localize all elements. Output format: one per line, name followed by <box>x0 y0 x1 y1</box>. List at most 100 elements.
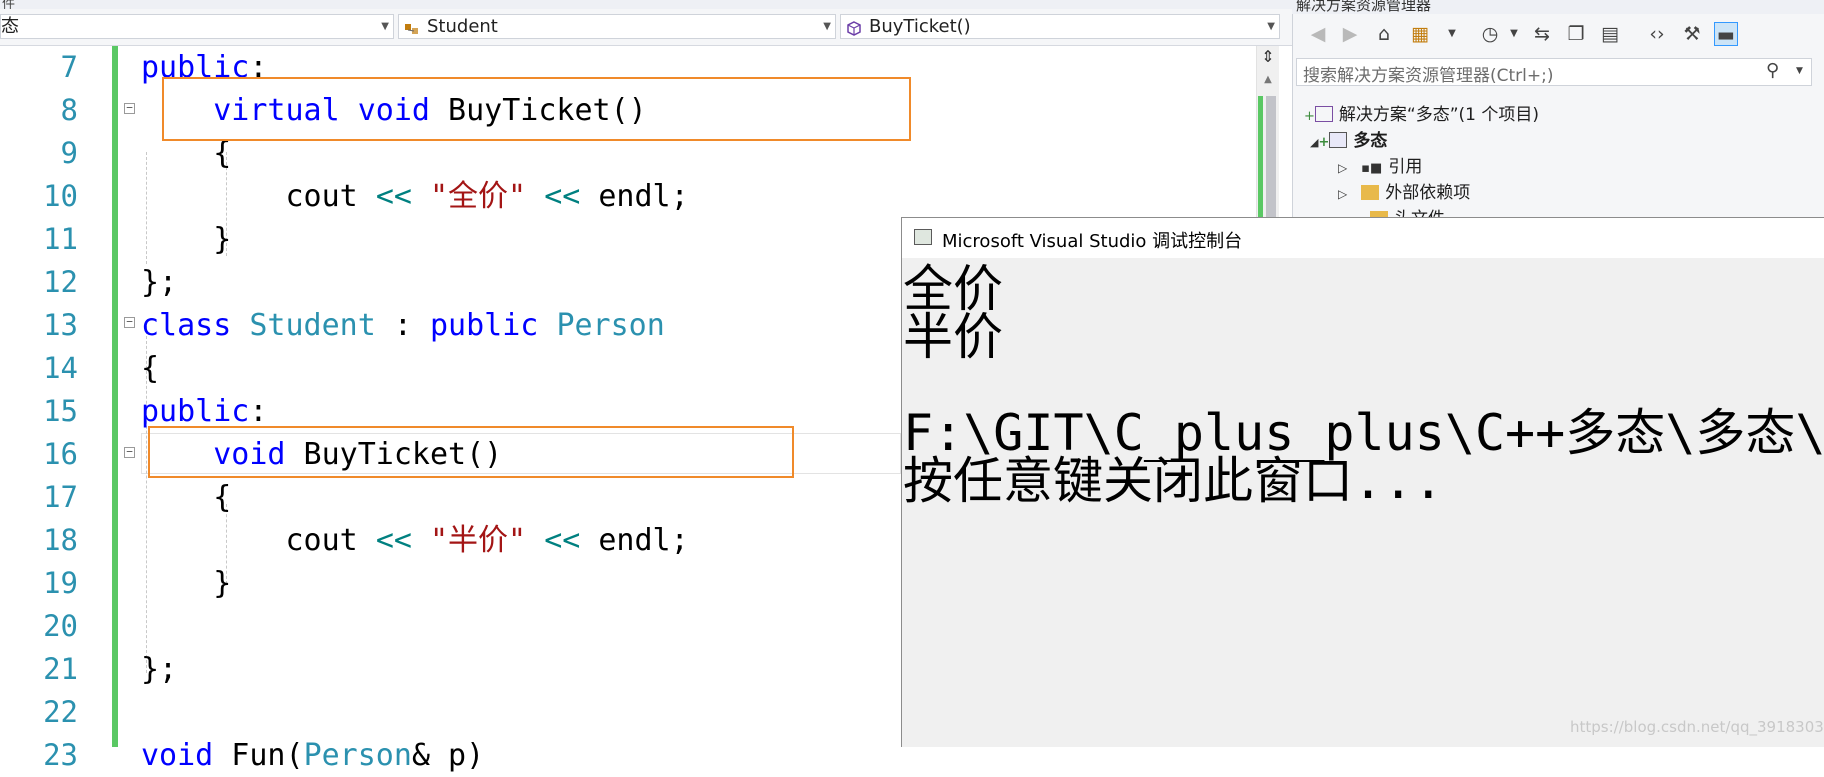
keyword-token: void <box>141 738 214 773</box>
line-number: 13 <box>43 308 78 342</box>
document-tab-strip <box>0 0 1292 9</box>
chevron-down-icon[interactable]: ▼ <box>1796 66 1803 76</box>
watermark: https://blog.csdn.net/qq_39183034 <box>1570 718 1824 736</box>
code-token: cout <box>141 523 376 558</box>
code-text: }; <box>141 648 177 691</box>
folder-icon <box>1361 185 1380 200</box>
code-token: } <box>141 222 232 257</box>
collapse-toggle[interactable]: − <box>124 316 135 328</box>
code-text: void Fun(Person& p) <box>141 734 484 777</box>
line-number: 9 <box>60 136 78 170</box>
annotation-box-override-method <box>148 426 794 478</box>
view-code-icon[interactable]: ‹› <box>1645 22 1669 46</box>
tree-item-label: 外部依赖项 <box>1385 183 1471 203</box>
line-number: 8 <box>60 93 78 127</box>
references-icon: ▪■ <box>1361 161 1383 176</box>
home-icon[interactable]: ⌂ <box>1372 22 1396 46</box>
sync-icon[interactable]: ⇆ <box>1530 22 1554 46</box>
code-token: Fun( <box>213 738 304 773</box>
scroll-up-icon[interactable]: ▲ <box>1259 74 1277 86</box>
class-scope-label: Student <box>427 16 498 37</box>
chevron-down-icon: ▼ <box>381 21 389 32</box>
keyword-token: public <box>430 308 539 343</box>
code-text: { <box>141 476 231 519</box>
line-number: 12 <box>43 265 78 299</box>
tree-item-label: 引用 <box>1388 157 1423 177</box>
switch-views-icon[interactable]: ▦ <box>1408 22 1432 46</box>
operator-token: << <box>544 179 581 214</box>
show-all-files-icon[interactable]: ▤ <box>1598 22 1622 46</box>
member-scope-label: BuyTicket() <box>869 16 971 37</box>
tree-item-label: 解决方案“多态”(1 个项目) <box>1338 105 1540 125</box>
project-scope-label: 态 <box>1 16 19 37</box>
code-token: endl; <box>580 523 689 558</box>
tree-item-solution[interactable]: + 解决方案“多态”(1 个项目) <box>1304 100 1539 125</box>
member-scope-dropdown[interactable]: BuyTicket() ▼ <box>840 14 1280 39</box>
class-scope-dropdown[interactable]: Student ▼ <box>398 14 836 39</box>
code-text: }; <box>141 261 177 304</box>
collapse-arrow-icon: ▷ <box>1338 161 1348 175</box>
method-icon <box>847 19 861 36</box>
line-number: 15 <box>43 394 78 428</box>
chevron-down-icon[interactable]: ▼ <box>1502 22 1526 46</box>
code-text: { <box>141 347 159 390</box>
code-text: } <box>141 218 231 261</box>
line-number: 17 <box>43 480 78 514</box>
split-editor-icon[interactable]: ⇕ <box>1259 48 1277 66</box>
console-output-line: 半价 <box>903 308 1003 366</box>
code-token: & p) <box>411 738 485 773</box>
code-text: cout << "半价" << endl; <box>141 519 689 562</box>
solution-explorer-title-visible: 解决方案资源管理器 <box>1296 0 1432 14</box>
type-token: Person <box>303 738 412 773</box>
line-number: 23 <box>43 738 78 772</box>
tree-item-label: 多态 <box>1353 131 1388 151</box>
line-number: 20 <box>43 609 78 643</box>
code-token: { <box>141 351 160 386</box>
operator-token: << <box>544 523 581 558</box>
collapse-arrow-icon: ▷ <box>1338 187 1348 201</box>
code-token: }; <box>141 652 178 687</box>
pending-changes-icon[interactable]: ◷ <box>1478 22 1502 46</box>
search-placeholder: 搜索解决方案资源管理器(Ctrl+;) <box>1303 66 1554 86</box>
line-number: 7 <box>60 50 78 84</box>
code-token: : <box>249 394 268 429</box>
collapse-toggle[interactable]: − <box>124 446 135 458</box>
line-number: 22 <box>43 695 78 729</box>
string-token: "全价" <box>430 179 527 214</box>
code-token: : <box>375 308 430 343</box>
code-text: cout << "全价" << endl; <box>141 175 689 218</box>
forward-icon[interactable]: ▶ <box>1338 22 1362 46</box>
code-line[interactable]: 10 cout << "全价" << endl; <box>0 175 1292 218</box>
keyword-token: public <box>141 394 250 429</box>
add-icon: + <box>1318 135 1330 150</box>
line-number: 16 <box>43 437 78 471</box>
search-icon[interactable]: ⚲ <box>1766 60 1779 81</box>
chevron-down-icon[interactable]: ▼ <box>1440 22 1464 46</box>
collapse-toggle[interactable]: − <box>124 102 135 114</box>
string-token: "半价" <box>430 523 527 558</box>
code-token: cout <box>141 179 376 214</box>
code-token: { <box>141 136 232 171</box>
tree-item-references[interactable]: ▷ ▪■ 引用 <box>1338 152 1422 177</box>
back-icon[interactable]: ◀ <box>1306 22 1330 46</box>
tree-item-project[interactable]: ◢+ 多态 <box>1310 126 1387 151</box>
line-number: 18 <box>43 523 78 557</box>
editor-navigation-bar: 态 ▼ Student ▼ BuyTicket() ▼ <box>0 9 1292 46</box>
preview-icon[interactable]: ▬ <box>1714 22 1738 46</box>
line-number: 19 <box>43 566 78 600</box>
scrollbar-thumb[interactable] <box>1266 96 1276 226</box>
code-token: } <box>141 566 232 601</box>
properties-icon[interactable]: ⚒ <box>1680 22 1704 46</box>
tree-item-external-dependencies[interactable]: ▷ 外部依赖项 <box>1338 178 1470 203</box>
project-scope-dropdown[interactable]: 态 ▼ <box>0 14 394 39</box>
class-icon <box>404 19 420 34</box>
collapse-all-icon[interactable]: ❐ <box>1564 22 1588 46</box>
operator-token: << <box>375 523 412 558</box>
code-token: endl; <box>580 179 689 214</box>
keyword-token: class <box>141 308 232 343</box>
